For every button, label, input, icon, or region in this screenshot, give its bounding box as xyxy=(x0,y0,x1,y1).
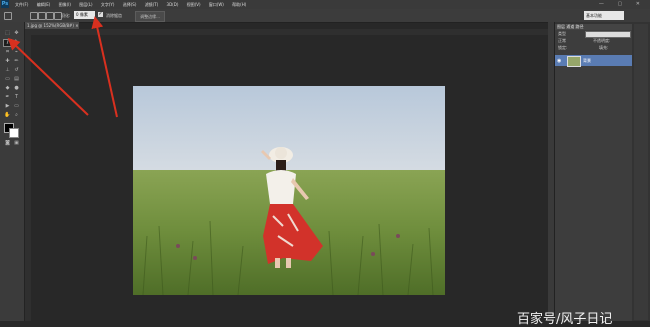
hand-tool-icon[interactable]: ✋ xyxy=(4,112,11,118)
menu-item-image[interactable]: 图像(I) xyxy=(59,0,71,9)
menu-item-view[interactable]: 视图(V) xyxy=(187,0,201,9)
menu-item-3d[interactable]: 3D(D) xyxy=(167,0,179,9)
menu-item-type[interactable]: 文字(Y) xyxy=(101,0,115,9)
photoshop-logo-icon: Ps xyxy=(1,0,9,8)
lock-row: 锁定: 填充: xyxy=(555,44,632,51)
healing-tool-icon[interactable]: ✚ xyxy=(4,58,11,64)
shape-tool-icon[interactable]: ▭ xyxy=(13,103,20,109)
path-select-tool-icon[interactable]: ▶ xyxy=(4,103,11,109)
layer-row-background[interactable]: ◉ 背景 xyxy=(555,55,632,67)
menu-item-filter[interactable]: 滤镜(T) xyxy=(145,0,159,9)
background-color-swatch[interactable] xyxy=(9,128,19,138)
lasso-tool-icon[interactable]: ℓ xyxy=(3,39,12,47)
workspace-select[interactable]: 基本功能 xyxy=(584,11,624,20)
toolbox: ⬚ ✥ ℓ ✎ ⌗ ⌁ ✚ ✏ ⊥ ↺ ▭ ▤ ◆ ● ✒ T ▶ ▭ ✋ ⌕ … xyxy=(0,22,25,321)
menu-item-edit[interactable]: 编辑(E) xyxy=(37,0,51,9)
screen-mode-icon[interactable]: ▣ xyxy=(13,140,20,146)
antialias-checkbox[interactable]: ✓ xyxy=(98,12,103,17)
type-tool-icon[interactable]: T xyxy=(13,94,20,100)
quick-mask-icon[interactable]: ◙ xyxy=(4,140,11,146)
history-brush-tool-icon[interactable]: ↺ xyxy=(13,67,20,73)
add-selection-icon[interactable] xyxy=(38,12,46,20)
crop-tool-icon[interactable]: ⌗ xyxy=(4,49,11,55)
panel-collapse-strip[interactable] xyxy=(548,22,555,321)
menu-item-layer[interactable]: 图层(L) xyxy=(79,0,92,9)
eraser-tool-icon[interactable]: ▭ xyxy=(4,76,11,82)
new-selection-icon[interactable] xyxy=(30,12,38,20)
photo-illustration xyxy=(133,86,445,295)
opacity-label: 不透明度: xyxy=(593,38,611,43)
antialias-label: 消除锯齿 xyxy=(106,13,122,18)
document-tab[interactable]: 1.jpg @ 152%(RGB/8#) ✕ xyxy=(25,22,79,29)
side-panel-strip[interactable] xyxy=(634,24,648,320)
lasso-icon[interactable] xyxy=(4,12,12,20)
layer-name: 背景 xyxy=(583,58,591,63)
blend-row: 正常 不透明度: xyxy=(555,37,632,44)
pen-tool-icon[interactable]: ✒ xyxy=(4,94,11,100)
dodge-tool-icon[interactable]: ● xyxy=(13,85,20,91)
quick-select-tool-icon[interactable]: ✎ xyxy=(13,39,20,45)
window-controls[interactable]: — ▢ ✕ xyxy=(599,0,646,9)
blend-mode-select[interactable]: 正常 xyxy=(558,38,566,43)
lock-label: 锁定: xyxy=(558,45,568,50)
options-bar: 羽化: 0 像素 ✓ 消除锯齿 调整边缘... 基本功能 xyxy=(0,9,650,23)
feather-input[interactable]: 0 像素 xyxy=(74,11,95,19)
canvas-area[interactable] xyxy=(31,35,548,321)
eyedropper-tool-icon[interactable]: ⌁ xyxy=(13,49,20,55)
panel-area: 图层 通道 路径 类型 正常 不透明度: 锁定: 填充: ◉ 背景 xyxy=(548,22,650,321)
layers-panel: 图层 通道 路径 类型 正常 不透明度: 锁定: 填充: ◉ 背景 xyxy=(555,24,632,321)
brush-tool-icon[interactable]: ✏ xyxy=(13,58,20,64)
refine-edge-button[interactable]: 调整边缘... xyxy=(135,11,165,22)
move-tool-icon[interactable]: ✥ xyxy=(13,30,20,36)
menu-item-window[interactable]: 窗口(W) xyxy=(209,0,224,9)
fill-label: 填充: xyxy=(599,45,609,50)
blur-tool-icon[interactable]: ◆ xyxy=(4,85,11,91)
marquee-tool-icon[interactable]: ⬚ xyxy=(4,30,11,36)
menu-item-help[interactable]: 帮助(H) xyxy=(232,0,246,9)
watermark: 百家号/风子日记 xyxy=(517,312,613,327)
gradient-tool-icon[interactable]: ▤ xyxy=(13,76,20,82)
subtract-selection-icon[interactable] xyxy=(46,12,54,20)
kind-label[interactable]: 类型 xyxy=(558,31,566,36)
layer-thumbnail xyxy=(567,56,581,67)
menu-items: 文件(F) 编辑(E) 图像(I) 图层(L) 文字(Y) 选择(S) 滤镜(T… xyxy=(15,0,253,9)
menu-bar: Ps 文件(F) 编辑(E) 图像(I) 图层(L) 文字(Y) 选择(S) 滤… xyxy=(0,0,650,9)
photo-image[interactable] xyxy=(133,86,445,295)
menu-item-file[interactable]: 文件(F) xyxy=(15,0,28,9)
zoom-tool-icon[interactable]: ⌕ xyxy=(13,112,20,118)
layer-filter-row: 类型 xyxy=(555,30,632,38)
menu-item-select[interactable]: 选择(S) xyxy=(123,0,137,9)
stamp-tool-icon[interactable]: ⊥ xyxy=(4,67,11,73)
eye-icon[interactable]: ◉ xyxy=(557,58,561,64)
feather-label: 羽化: xyxy=(61,13,71,18)
